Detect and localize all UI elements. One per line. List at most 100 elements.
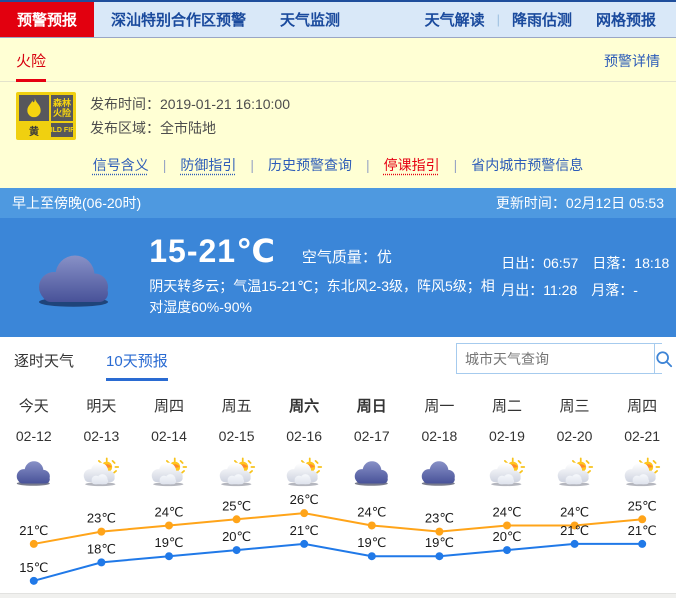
high-temp-point <box>368 521 376 529</box>
publish-time-value: 2019-01-21 16:10:00 <box>160 96 290 112</box>
high-temp-label: 25℃ <box>628 498 657 513</box>
partly-cloudy-icon <box>214 455 260 489</box>
partly-cloudy-icon <box>78 455 124 489</box>
nav-link-grid-forecast[interactable]: 网格预报 <box>584 9 668 30</box>
current-weather-panel: 早上至傍晚(06-20时) 更新时间：02月12日 05:53 15-21℃ 空… <box>0 188 676 337</box>
day-name: 周四 <box>608 395 676 421</box>
low-temp-label: 19℃ <box>154 535 183 550</box>
forecast-day-column[interactable]: 周五 02-15 <box>203 395 271 494</box>
day-name: 今天 <box>0 395 68 421</box>
link-history-warning-query[interactable]: 历史预警查询 <box>268 155 352 175</box>
day-date: 02-19 <box>473 421 541 451</box>
high-temp-point <box>165 521 173 529</box>
high-temp-point <box>300 509 308 517</box>
low-temp-label: 20℃ <box>222 529 251 544</box>
overcast-icon <box>416 455 462 489</box>
nav-link-weather-interpretation[interactable]: 天气解读 <box>413 9 497 30</box>
day-date: 02-13 <box>68 421 136 451</box>
tab-hourly-weather[interactable]: 逐时天气 <box>14 350 74 381</box>
tab-ten-day-forecast[interactable]: 10天预报 <box>106 350 168 381</box>
forecast-day-column[interactable]: 周四 02-21 <box>608 395 676 494</box>
forecast-day-column[interactable]: 周六 02-16 <box>270 395 338 494</box>
link-province-city-warning-info[interactable]: 省内城市预警信息 <box>471 155 583 175</box>
update-time: 更新时间：02月12日 05:53 <box>496 193 664 213</box>
low-temp-point <box>435 552 443 560</box>
high-temp-label: 23℃ <box>87 511 116 526</box>
sun-moon-times: 日出：06:57 日落：18:18 月出：11:28 月落：- <box>501 218 676 337</box>
fire-icon-en-label: WILD FIRE <box>51 127 73 134</box>
air-quality: 空气质量：优 <box>302 246 392 267</box>
day-date: 02-16 <box>270 421 338 451</box>
high-temp-label: 24℃ <box>357 504 386 519</box>
forecast-day-column[interactable]: 明天 02-13 <box>68 395 136 494</box>
warning-meta: 发布时间：2019-01-21 16:10:00 发布区域：全市陆地 <box>90 92 290 140</box>
current-weather-header: 早上至傍晚(06-20时) 更新时间：02月12日 05:53 <box>0 188 676 218</box>
forecast-day-column[interactable]: 今天 02-12 <box>0 395 68 494</box>
top-navigation: 预警预报 深汕特别合作区预警 天气监测 天气解读 | 降雨估测 网格预报 <box>0 0 676 38</box>
search-button[interactable] <box>654 344 673 373</box>
day-name: 周三 <box>541 395 609 421</box>
low-temp-point <box>368 552 376 560</box>
nav-tab-warning-forecast[interactable]: 预警预报 <box>0 2 94 37</box>
link-defense-guide[interactable]: 防御指引 <box>180 155 236 175</box>
tab-fire-risk[interactable]: 火险 <box>16 50 46 82</box>
low-temperature-line <box>34 544 642 581</box>
day-name: 周五 <box>203 395 271 421</box>
forest-fire-warning-icon: 森林 火险 黄 WILD FIRE <box>16 92 76 140</box>
city-weather-search <box>456 343 662 374</box>
sunrise-time: 日出：06:57 <box>501 250 578 277</box>
high-temp-point <box>97 528 105 536</box>
day-name: 明天 <box>68 395 136 421</box>
day-date: 02-14 <box>135 421 203 451</box>
day-date: 02-12 <box>0 421 68 451</box>
publish-area-value: 全市陆地 <box>160 120 216 136</box>
low-temp-label: 21℃ <box>290 523 319 538</box>
forecast-day-column[interactable]: 周三 02-20 <box>541 395 609 494</box>
day-date: 02-20 <box>541 421 609 451</box>
low-temp-point <box>503 546 511 554</box>
low-temp-label: 19℃ <box>357 535 386 550</box>
warning-detail-link[interactable]: 预警详情 <box>604 51 660 81</box>
high-temp-label: 21℃ <box>19 523 48 538</box>
forecast-day-column[interactable]: 周一 02-18 <box>406 395 474 494</box>
moonset-time: 月落：- <box>591 277 638 304</box>
forecast-period-label: 早上至傍晚(06-20时) <box>12 193 141 213</box>
nav-link-rain-estimate[interactable]: 降雨估测 <box>500 9 584 30</box>
day-name: 周六 <box>270 395 338 421</box>
fire-warning-level: 黄 <box>29 123 39 137</box>
warning-links-row: 信号含义 | 防御指引 | 历史预警查询 | 停课指引 | 省内城市预警信息 <box>0 146 676 175</box>
fire-warning-panel: 火险 预警详情 森林 火险 黄 WILD FIRE 发布时 <box>0 38 676 188</box>
partly-cloudy-icon <box>619 455 665 489</box>
low-temp-point <box>30 577 38 585</box>
weather-description: 阴天转多云；气温15-21℃；东北风2-3级，阵风5级；相对湿度60%-90% <box>149 276 501 318</box>
nav-right-links: 天气解读 | 降雨估测 网格预报 <box>413 2 676 37</box>
day-name: 周四 <box>135 395 203 421</box>
sunset-time: 日落：18:18 <box>592 250 669 277</box>
link-class-suspension-guide[interactable]: 停课指引 <box>384 155 440 175</box>
day-name: 周一 <box>406 395 474 421</box>
forecast-day-column[interactable]: 周日 02-17 <box>338 395 406 494</box>
overcast-cloud-icon <box>0 218 149 337</box>
low-temp-label: 20℃ <box>492 529 521 544</box>
temperature-chart-wrap: 21℃23℃24℃25℃26℃24℃23℃24℃24℃25℃15℃18℃19℃2… <box>0 494 676 598</box>
link-signal-meaning[interactable]: 信号含义 <box>93 155 149 175</box>
high-temp-label: 24℃ <box>560 504 589 519</box>
day-date: 02-18 <box>406 421 474 451</box>
publish-area-row: 发布区域：全市陆地 <box>90 116 290 140</box>
low-temp-label: 19℃ <box>425 535 454 550</box>
city-search-input[interactable] <box>457 344 654 373</box>
partly-cloudy-icon <box>484 455 530 489</box>
day-date: 02-15 <box>203 421 271 451</box>
low-temp-label: 18℃ <box>87 541 116 556</box>
nav-tab-weather-monitor[interactable]: 天气监测 <box>263 2 357 37</box>
day-date: 02-21 <box>608 421 676 451</box>
high-temp-label: 25℃ <box>222 498 251 513</box>
moonrise-time: 月出：11:28 <box>501 277 577 304</box>
forecast-day-column[interactable]: 周四 02-14 <box>135 395 203 494</box>
nav-tab-shenshan-warning[interactable]: 深汕特别合作区预警 <box>94 2 263 37</box>
temperature-range: 15-21℃ <box>149 232 276 270</box>
temperature-chart: 21℃23℃24℃25℃26℃24℃23℃24℃24℃25℃15℃18℃19℃2… <box>0 494 676 598</box>
high-temp-label: 24℃ <box>154 504 183 519</box>
fire-icon-cn-label: 森林 火险 <box>53 98 71 118</box>
forecast-day-column[interactable]: 周二 02-19 <box>473 395 541 494</box>
